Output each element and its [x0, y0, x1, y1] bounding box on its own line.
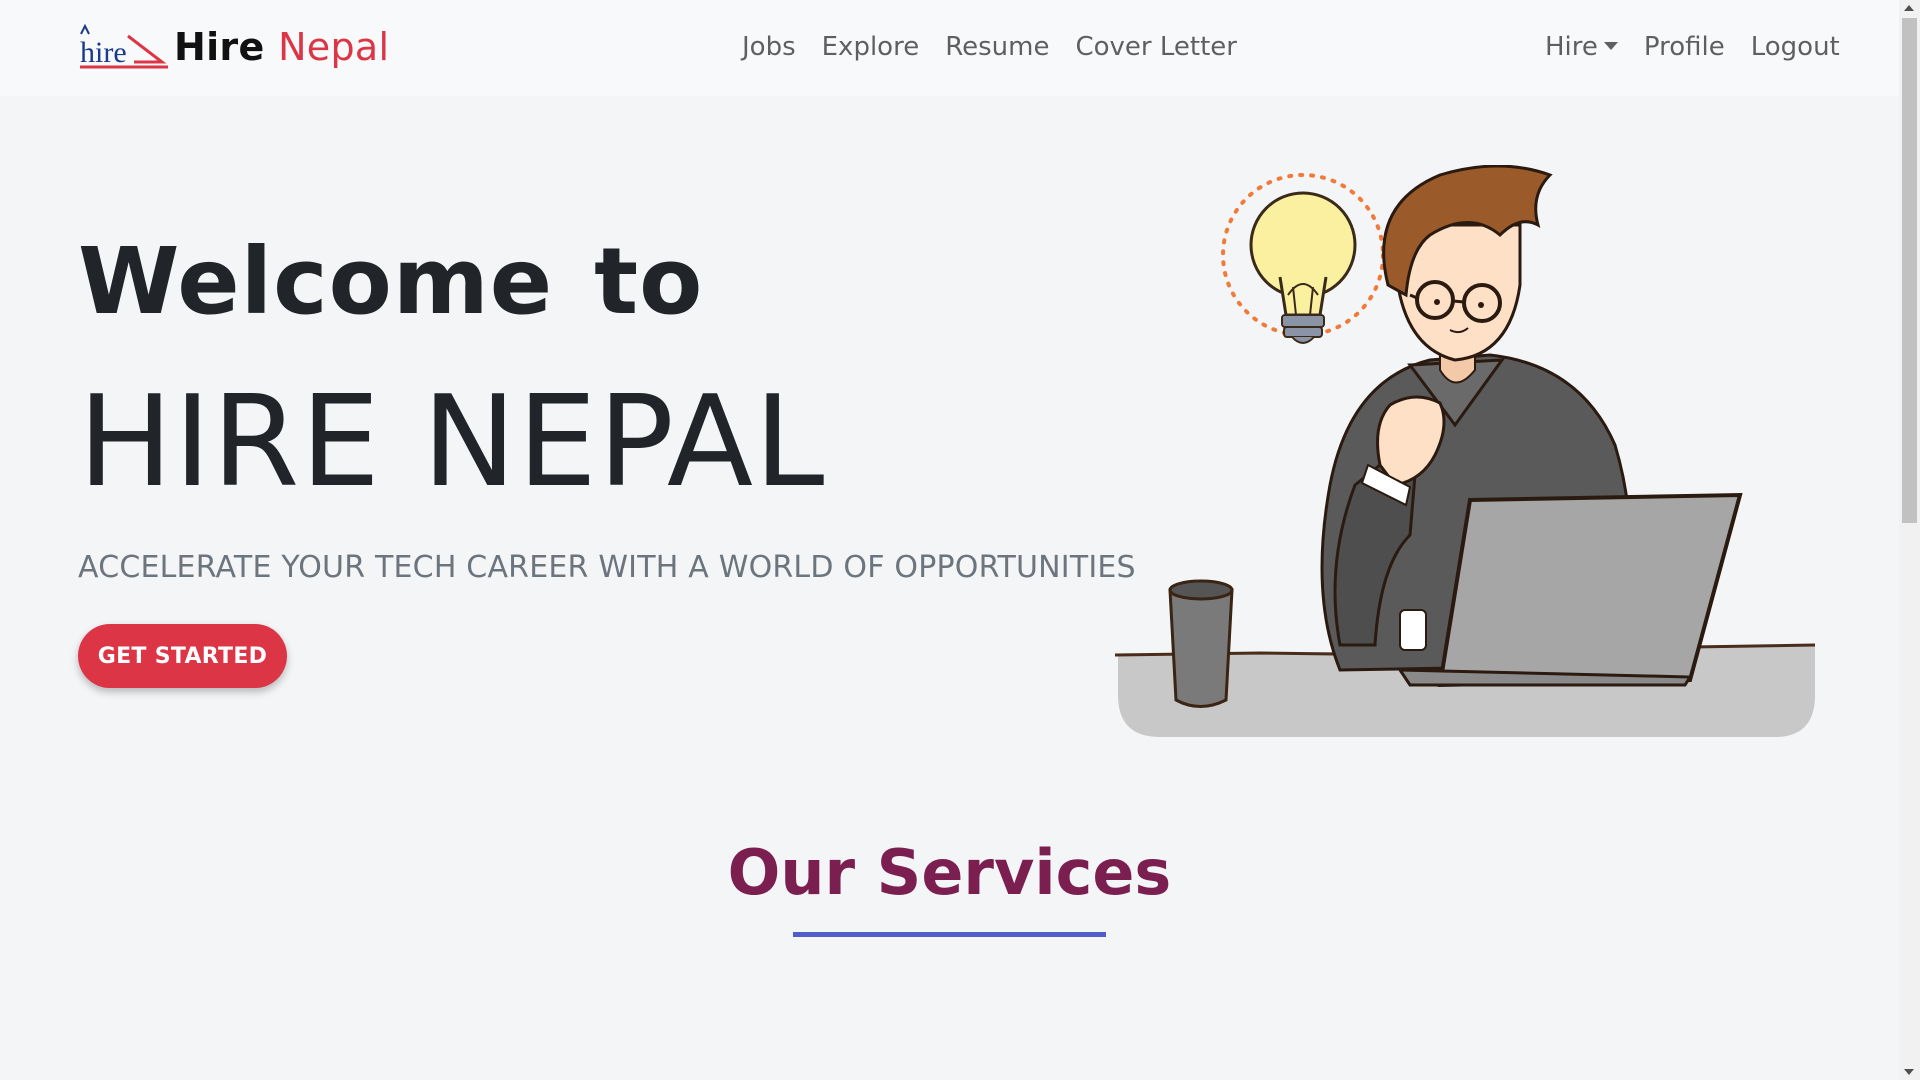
nav-hire-label: Hire: [1545, 32, 1598, 62]
page-scrollbar[interactable]: [1899, 0, 1920, 1080]
scroll-up-arrow-icon[interactable]: [1904, 5, 1914, 11]
services-underline: [793, 932, 1106, 937]
nav-resume[interactable]: Resume: [945, 32, 1049, 62]
hero-title-line1: Welcome to: [78, 228, 704, 335]
hero-illustration: [1114, 165, 1816, 737]
account-nav: Hire Profile Logout: [1545, 32, 1840, 62]
brand-name: Hire Nepal: [174, 25, 389, 69]
caret-down-icon: [1603, 42, 1618, 50]
hero-title-line2: HIRE NEPAL: [78, 368, 826, 515]
brand-word-hire: Hire: [174, 25, 265, 69]
nav-logout[interactable]: Logout: [1751, 32, 1840, 62]
nav-cover-letter[interactable]: Cover Letter: [1075, 32, 1237, 62]
logo-text: hire: [80, 36, 127, 69]
scroll-down-arrow-icon[interactable]: [1904, 1069, 1914, 1075]
main-nav: Jobs Explore Resume Cover Letter: [742, 32, 1237, 62]
top-navbar: hire Hire Nepal Jobs Explore Resume Cove…: [0, 0, 1899, 96]
brand-link[interactable]: hire Hire Nepal: [78, 22, 389, 72]
hire-logo-icon: hire: [80, 23, 168, 69]
hero-subtitle: ACCELERATE YOUR TECH CAREER WITH A WORLD…: [78, 550, 1136, 585]
brand-word-nepal: Nepal: [278, 25, 390, 69]
services-heading: Our Services: [727, 836, 1172, 909]
scroll-thumb[interactable]: [1902, 18, 1917, 523]
nav-hire-dropdown[interactable]: Hire: [1545, 32, 1618, 62]
nav-profile[interactable]: Profile: [1644, 32, 1725, 62]
nav-explore[interactable]: Explore: [822, 32, 920, 62]
get-started-button[interactable]: GET STARTED: [78, 624, 287, 688]
nav-jobs[interactable]: Jobs: [742, 32, 796, 62]
